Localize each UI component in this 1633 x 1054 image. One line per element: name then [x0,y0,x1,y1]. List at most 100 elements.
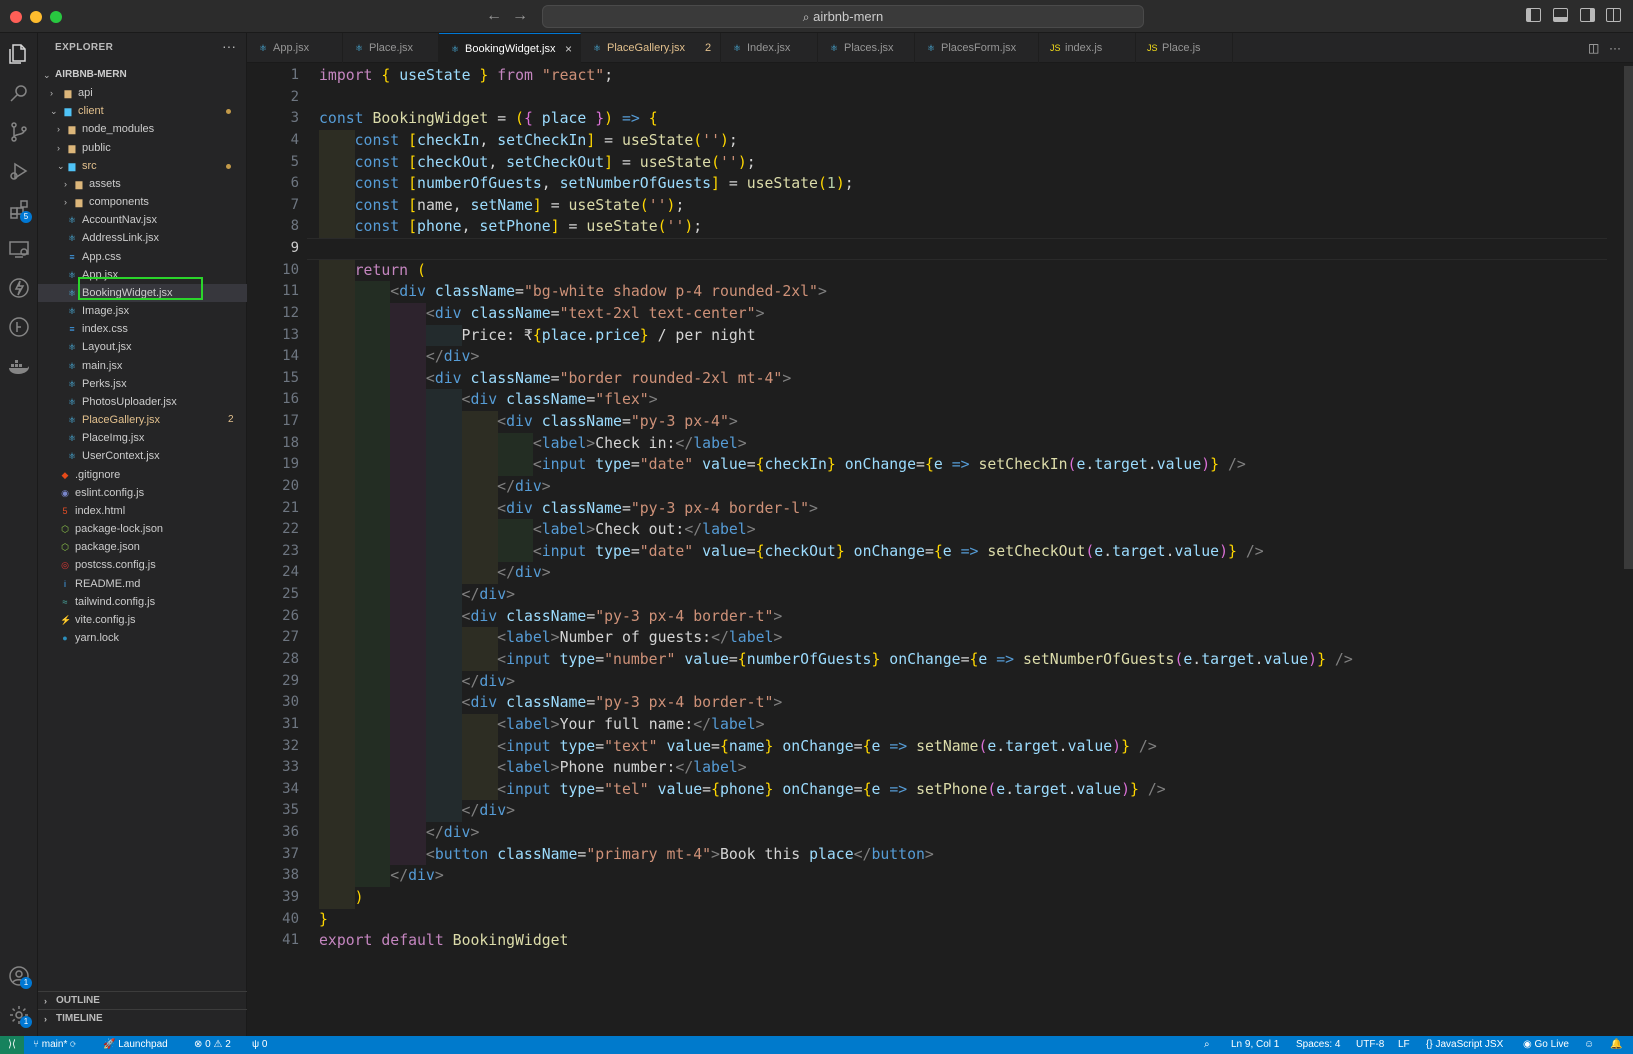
tab-index-jsx[interactable]: ⚛ Index.jsx [721,33,818,63]
code-line[interactable]: ) [319,887,364,909]
tab-app-jsx[interactable]: ⚛ App.jsx [247,33,343,63]
code-line[interactable]: </div> [319,584,515,606]
code-line[interactable]: <div className="py-3 px-4 border-t"> [319,606,783,628]
problems-item[interactable]: ⊗ 0 ⚠ 2 [194,1036,231,1054]
customize-layout-icon[interactable] [1606,8,1621,22]
folder-item[interactable]: › ▆ api [38,84,247,102]
code-line[interactable]: } [319,909,328,931]
tab-placesform-jsx[interactable]: ⚛ PlacesForm.jsx [915,33,1039,63]
file-item[interactable]: ⚛ Perks.jsx [38,375,247,393]
code-line[interactable]: <input type="tel" value={phone} onChange… [319,779,1165,801]
code-line[interactable]: const [checkOut, setCheckOut] = useState… [319,152,756,174]
code-editor[interactable]: 1 2 3 4 5 6 7 8 9 10 11 12 13 14 15 16 17 18 19 20 21 22 23 24 2… [247,63,1633,1036]
tab-place-jsx[interactable]: ⚛ Place.jsx [343,33,439,63]
code-line[interactable]: <input type="number" value={numberOfGues… [319,649,1353,671]
file-item[interactable]: ● yarn.lock [38,629,247,647]
file-item[interactable]: ⚛ main.jsx [38,357,247,375]
file-item[interactable]: 5 index.html [38,502,247,520]
code-line[interactable]: <div className="border rounded-2xl mt-4"… [319,368,791,390]
close-icon[interactable]: × [565,34,572,64]
tab-places-jsx[interactable]: ⚛ Places.jsx [818,33,915,63]
file-item[interactable]: ⚛ Layout.jsx [38,338,247,356]
code-line[interactable]: </div> [319,865,443,887]
code-line[interactable]: <div className="py-3 px-4 border-l"> [319,498,818,520]
gear-icon[interactable]: 1 [7,1003,32,1028]
project-root[interactable]: ⌄ AIRBNB-MERN [38,66,247,84]
close-window-button[interactable] [10,11,22,23]
tab-place-js[interactable]: JS Place.js [1136,33,1233,63]
folder-item[interactable]: › ▆ node_modules [38,120,247,138]
command-center[interactable]: ⌕ airbnb-mern [542,5,1144,28]
minimize-window-button[interactable] [30,11,42,23]
file-item[interactable]: ⚛ BookingWidget.jsx [38,283,247,302]
code-line[interactable]: <input type="date" value={checkOut} onCh… [319,541,1264,563]
thunder-icon[interactable] [7,276,31,300]
toggle-primary-sidebar-icon[interactable] [1526,8,1541,22]
encoding[interactable]: UTF-8 [1356,1036,1384,1054]
run-debug-icon[interactable] [7,159,31,183]
copilot-icon[interactable]: ☺ [1584,1036,1594,1054]
folder-item[interactable]: › ▆ public [38,139,247,157]
code-line[interactable]: const [checkIn, setCheckIn] = useState('… [319,130,738,152]
code-line[interactable]: <div className="text-2xl text-center"> [319,303,765,325]
code-line[interactable]: <input type="date" value={checkIn} onCha… [319,454,1246,476]
timeline-section[interactable]: › TIMELINE [38,1009,247,1027]
file-item[interactable]: ⚡ vite.config.js [38,611,247,629]
file-item[interactable]: ◉ eslint.config.js [38,484,247,502]
code-line[interactable]: <div className="py-3 px-4 border-t"> [319,692,783,714]
code-line[interactable]: <div className="py-3 px-4"> [319,411,738,433]
remote-explorer-icon[interactable] [7,237,31,261]
folder-item[interactable]: › ▆ assets [38,175,247,193]
code-line[interactable]: <div className="flex"> [319,389,658,411]
ports-item[interactable]: ψ 0 [252,1036,267,1054]
folder-item[interactable]: ⌄ ▆ client [38,102,247,120]
tab-index-js[interactable]: JS index.js [1039,33,1136,63]
timeline-icon[interactable] [7,315,31,339]
file-item[interactable]: ≈ tailwind.config.js [38,593,247,611]
code-line[interactable]: return ( [319,260,426,282]
forward-arrow-icon[interactable]: → [512,7,528,25]
file-item[interactable]: ≡ index.css [38,320,247,338]
launchpad-item[interactable]: 🚀 Launchpad [103,1036,168,1054]
file-item[interactable]: ◎ postcss.config.js [38,556,247,574]
source-control-icon[interactable] [7,120,31,144]
extensions-icon[interactable]: 5 [7,198,32,223]
more-actions-icon[interactable]: ··· [222,38,236,54]
code-line[interactable]: <label>Number of guests:</label> [319,627,782,649]
more-actions-icon[interactable]: ··· [1609,33,1621,63]
language-mode[interactable]: {} JavaScript JSX [1426,1036,1503,1054]
code-line[interactable]: <label>Your full name:</label> [319,714,764,736]
cursor-position[interactable]: Ln 9, Col 1 [1231,1036,1279,1054]
code-line[interactable]: import { useState } from "react"; [319,65,613,87]
zoom-icon[interactable]: ⌕ [1204,1036,1210,1054]
file-item[interactable]: ⚛ Image.jsx [38,302,247,320]
tab-bookingwidget-jsx[interactable]: ⚛ BookingWidget.jsx × [439,33,581,63]
code-line[interactable]: const [numberOfGuests, setNumberOfGuests… [319,173,854,195]
file-item[interactable]: ⬡ package-lock.json [38,520,247,538]
docker-icon[interactable] [7,354,31,378]
folder-item[interactable]: ⌄ ▆ src [38,157,247,175]
file-item[interactable]: i README.md [38,575,247,593]
code-line[interactable]: Price: ₹{place.price} / per night [319,325,756,347]
code-line[interactable]: </div> [319,671,515,693]
file-item[interactable]: ⬡ package.json [38,538,247,556]
outline-section[interactable]: › OUTLINE [38,991,247,1009]
code-line[interactable]: <label>Check out:</label> [319,519,756,541]
file-item[interactable]: ⚛ PlaceGallery.jsx 2 [38,411,247,429]
toggle-panel-icon[interactable] [1553,8,1568,22]
code-line[interactable]: <button className="primary mt-4">Book th… [319,844,934,866]
file-item[interactable]: ⚛ PlaceImg.jsx [38,429,247,447]
code-line[interactable]: const BookingWidget = ({ place }) => { [319,108,658,130]
folder-item[interactable]: › ▆ components [38,193,247,211]
go-live-item[interactable]: ◉ Go Live [1523,1036,1569,1054]
bell-icon[interactable]: 🔔 [1610,1036,1622,1054]
indentation[interactable]: Spaces: 4 [1296,1036,1340,1054]
file-item[interactable]: ⚛ App.jsx [38,266,247,284]
split-editor-icon[interactable]: ◫ [1588,33,1599,63]
files-icon[interactable] [7,42,31,66]
tab-placegallery-jsx[interactable]: ⚛ PlaceGallery.jsx 2 [581,33,721,63]
code-line[interactable]: </div> [319,822,479,844]
back-arrow-icon[interactable]: ← [486,7,502,25]
code-line[interactable]: <input type="text" value={name} onChange… [319,736,1157,758]
code-line[interactable]: <label>Phone number:</label> [319,757,747,779]
